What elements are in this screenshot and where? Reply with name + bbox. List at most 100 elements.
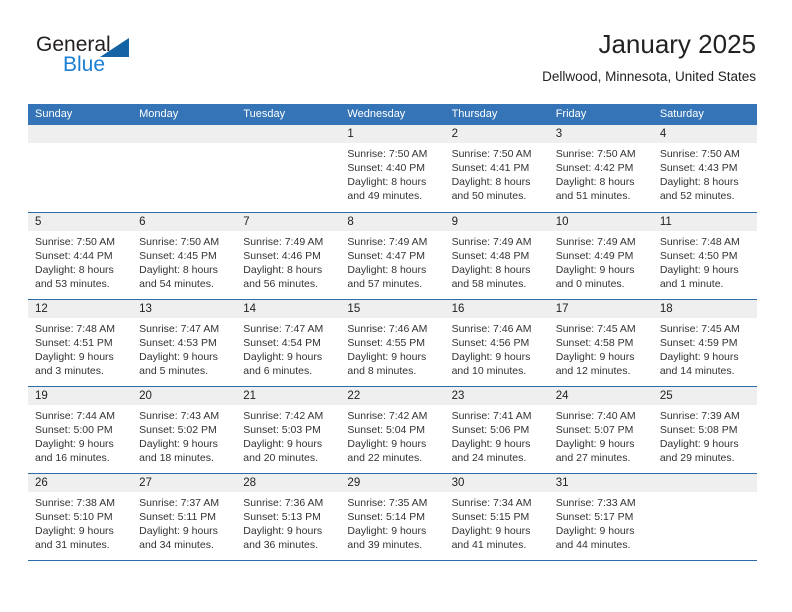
calendar-week-row: 1 Sunrise: 7:50 AM Sunset: 4:40 PM Daylight… [28, 125, 757, 212]
day-cell[interactable]: 4 Sunrise: 7:50 AM Sunset: 4:43 PM Daylight… [652, 125, 757, 212]
day-cell[interactable]: 24 Sunrise: 7:40 AM Sunset: 5:07 PM Dayligh… [548, 387, 653, 473]
day-cell[interactable]: 20 Sunrise: 7:43 AM Sunset: 5:02 PM Dayligh… [132, 387, 237, 473]
daylight-text-line2: and 31 minutes. [35, 539, 110, 551]
daylight-text-line1: Daylight: 9 hours [659, 264, 739, 276]
day-cell[interactable]: 23 Sunrise: 7:41 AM Sunset: 5:06 PM Dayligh… [444, 387, 549, 473]
day-cell[interactable]: 7 Sunrise: 7:49 AM Sunset: 4:46 PM Daylight… [236, 213, 341, 299]
weekday-header-cell: Friday [555, 108, 587, 120]
day-cell[interactable]: 16 Sunrise: 7:46 AM Sunset: 4:56 PM Dayligh… [444, 300, 549, 386]
day-sun-info: Sunrise: 7:46 AM Sunset: 4:56 PM Daylight:… [445, 318, 549, 378]
day-number: 1 [340, 125, 445, 143]
daylight-text-line1: Daylight: 8 hours [35, 264, 114, 276]
sunset-text: Sunset: 4:41 PM [451, 162, 530, 174]
day-cell[interactable]: 21 Sunrise: 7:42 AM Sunset: 5:03 PM Dayligh… [236, 387, 341, 473]
day-cell[interactable]: 18 Sunrise: 7:45 AM Sunset: 4:59 PM Dayligh… [652, 300, 757, 386]
day-cell[interactable]: 11 Sunrise: 7:48 AM Sunset: 4:50 PM Dayligh… [652, 213, 757, 299]
day-sun-info: Sunrise: 7:44 AM Sunset: 5:00 PM Daylight:… [28, 405, 132, 465]
day-number: 5 [28, 213, 133, 231]
day-number: 2 [444, 125, 549, 143]
day-sun-info: Sunrise: 7:35 AM Sunset: 5:14 PM Daylight:… [340, 492, 444, 552]
sunset-text: Sunset: 4:42 PM [555, 162, 634, 174]
day-cell[interactable]: 8 Sunrise: 7:49 AM Sunset: 4:47 PM Daylight… [340, 213, 445, 299]
daylight-text-line2: and 57 minutes. [347, 278, 423, 290]
sunset-text: Sunset: 4:44 PM [35, 250, 113, 262]
day-cell[interactable]: 26 Sunrise: 7:38 AM Sunset: 5:10 PM Dayligh… [28, 474, 133, 560]
day-cell[interactable]: 2 Sunrise: 7:50 AM Sunset: 4:41 PM Daylight… [444, 125, 549, 212]
daylight-text-line2: and 52 minutes. [659, 190, 735, 202]
sunset-text: Sunset: 5:04 PM [347, 424, 426, 436]
logo-text-blue: Blue [63, 53, 106, 76]
sunrise-text: Sunrise: 7:34 AM [451, 497, 532, 509]
daylight-text-line1: Daylight: 9 hours [451, 351, 531, 363]
day-cell[interactable]: 12 Sunrise: 7:48 AM Sunset: 4:51 PM Dayligh… [28, 300, 133, 386]
sunrise-text: Sunrise: 7:41 AM [451, 410, 532, 422]
day-cell[interactable]: 31 Sunrise: 7:33 AM Sunset: 5:17 PM Dayligh… [548, 474, 653, 560]
day-number: 22 [340, 387, 445, 405]
calendar-week-row: 5 Sunrise: 7:50 AM Sunset: 4:44 PM Daylight… [28, 212, 757, 299]
day-cell[interactable]: 10 Sunrise: 7:49 AM Sunset: 4:49 PM Dayligh… [548, 213, 653, 299]
day-number: 14 [236, 300, 341, 318]
sunset-text: Sunset: 4:40 PM [347, 162, 426, 174]
day-cell[interactable]: 9 Sunrise: 7:49 AM Sunset: 4:48 PM Daylight… [444, 213, 549, 299]
generalblue-logo[interactable]: General Blue [36, 33, 216, 83]
day-sun-info: Sunrise: 7:50 AM Sunset: 4:42 PM Daylight:… [549, 143, 653, 203]
day-sun-info: Sunrise: 7:34 AM Sunset: 5:15 PM Daylight:… [445, 492, 549, 552]
day-cell[interactable]: 17 Sunrise: 7:45 AM Sunset: 4:58 PM Dayligh… [548, 300, 653, 386]
daylight-text-line2: and 20 minutes. [243, 452, 318, 464]
sunrise-text: Sunrise: 7:48 AM [35, 323, 115, 335]
day-cell[interactable]: 22 Sunrise: 7:42 AM Sunset: 5:04 PM Dayligh… [340, 387, 445, 473]
day-number: 4 [652, 125, 757, 143]
day-cell[interactable]: 1 Sunrise: 7:50 AM Sunset: 4:40 PM Daylight… [340, 125, 445, 212]
day-number: 30 [444, 474, 549, 492]
weekday-header-cell: Saturday [659, 108, 704, 120]
sunrise-text: Sunrise: 7:46 AM [451, 323, 532, 335]
day-cell[interactable]: 29 Sunrise: 7:35 AM Sunset: 5:14 PM Dayligh… [340, 474, 445, 560]
sunrise-text: Sunrise: 7:50 AM [451, 148, 532, 160]
daylight-text-line1: Daylight: 9 hours [555, 525, 635, 537]
day-cell[interactable]: 3 Sunrise: 7:50 AM Sunset: 4:42 PM Daylight… [548, 125, 653, 212]
day-cell[interactable]: 28 Sunrise: 7:36 AM Sunset: 5:13 PM Dayligh… [236, 474, 341, 560]
sunrise-text: Sunrise: 7:50 AM [347, 148, 428, 160]
daylight-text-line1: Daylight: 8 hours [659, 176, 739, 188]
sunrise-text: Sunrise: 7:49 AM [451, 236, 532, 248]
sunset-text: Sunset: 4:49 PM [555, 250, 634, 262]
day-cell[interactable]: 6 Sunrise: 7:50 AM Sunset: 4:45 PM Daylight… [132, 213, 237, 299]
daylight-text-line1: Daylight: 9 hours [139, 525, 218, 537]
sunrise-text: Sunrise: 7:33 AM [555, 497, 636, 509]
day-sun-info: Sunrise: 7:39 AM Sunset: 5:08 PM Daylight:… [653, 405, 757, 465]
day-cell[interactable]: 30 Sunrise: 7:34 AM Sunset: 5:15 PM Dayligh… [444, 474, 549, 560]
day-cell[interactable]: 19 Sunrise: 7:44 AM Sunset: 5:00 PM Dayligh… [28, 387, 133, 473]
sunrise-text: Sunrise: 7:38 AM [35, 497, 115, 509]
sunset-text: Sunset: 5:08 PM [659, 424, 738, 436]
sunset-text: Sunset: 5:10 PM [35, 511, 113, 523]
day-sun-info: Sunrise: 7:50 AM Sunset: 4:43 PM Daylight:… [653, 143, 757, 203]
daylight-text-line1: Daylight: 8 hours [451, 264, 531, 276]
day-cell[interactable]: 13 Sunrise: 7:47 AM Sunset: 4:53 PM Dayligh… [132, 300, 237, 386]
day-cell-empty [28, 125, 133, 212]
daylight-text-line1: Daylight: 9 hours [659, 351, 739, 363]
daylight-text-line1: Daylight: 9 hours [451, 438, 531, 450]
daylight-text-line2: and 27 minutes. [555, 452, 631, 464]
daylight-text-line2: and 16 minutes. [35, 452, 110, 464]
sunrise-text: Sunrise: 7:49 AM [243, 236, 324, 248]
day-cell[interactable]: 27 Sunrise: 7:37 AM Sunset: 5:11 PM Dayligh… [132, 474, 237, 560]
sunset-text: Sunset: 4:48 PM [451, 250, 530, 262]
sunrise-text: Sunrise: 7:36 AM [243, 497, 324, 509]
sunrise-text: Sunrise: 7:48 AM [659, 236, 740, 248]
sunrise-text: Sunrise: 7:47 AM [139, 323, 220, 335]
daylight-text-line2: and 6 minutes. [243, 365, 313, 377]
sunset-text: Sunset: 5:17 PM [555, 511, 634, 523]
sunset-text: Sunset: 4:55 PM [347, 337, 426, 349]
day-number: 13 [132, 300, 237, 318]
day-sun-info: Sunrise: 7:50 AM Sunset: 4:41 PM Daylight:… [445, 143, 549, 203]
sunrise-text: Sunrise: 7:50 AM [139, 236, 220, 248]
daylight-text-line2: and 29 minutes. [659, 452, 735, 464]
day-number: 9 [444, 213, 549, 231]
day-cell[interactable]: 14 Sunrise: 7:47 AM Sunset: 4:54 PM Dayligh… [236, 300, 341, 386]
daylight-text-line2: and 44 minutes. [555, 539, 631, 551]
day-cell[interactable]: 15 Sunrise: 7:46 AM Sunset: 4:55 PM Dayligh… [340, 300, 445, 386]
day-cell[interactable]: 25 Sunrise: 7:39 AM Sunset: 5:08 PM Dayligh… [652, 387, 757, 473]
day-sun-info: Sunrise: 7:42 AM Sunset: 5:03 PM Daylight:… [236, 405, 340, 465]
sunrise-text: Sunrise: 7:40 AM [555, 410, 636, 422]
day-cell[interactable]: 5 Sunrise: 7:50 AM Sunset: 4:44 PM Daylight… [28, 213, 133, 299]
